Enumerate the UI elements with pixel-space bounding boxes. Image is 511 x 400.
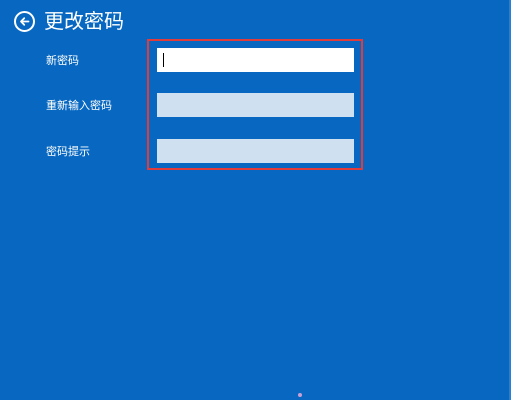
change-password-page: 更改密码 新密码 重新输入密码 密码提示 bbox=[0, 0, 511, 400]
page-title: 更改密码 bbox=[44, 9, 124, 33]
cursor-dot bbox=[298, 393, 302, 397]
reenter-password-label: 重新输入密码 bbox=[46, 99, 112, 112]
highlight-annotation-box bbox=[147, 39, 363, 170]
page-header: 更改密码 bbox=[14, 6, 124, 36]
password-hint-label: 密码提示 bbox=[46, 145, 90, 158]
new-password-label: 新密码 bbox=[46, 54, 79, 67]
back-button[interactable] bbox=[14, 10, 35, 32]
back-arrow-icon bbox=[20, 16, 30, 26]
